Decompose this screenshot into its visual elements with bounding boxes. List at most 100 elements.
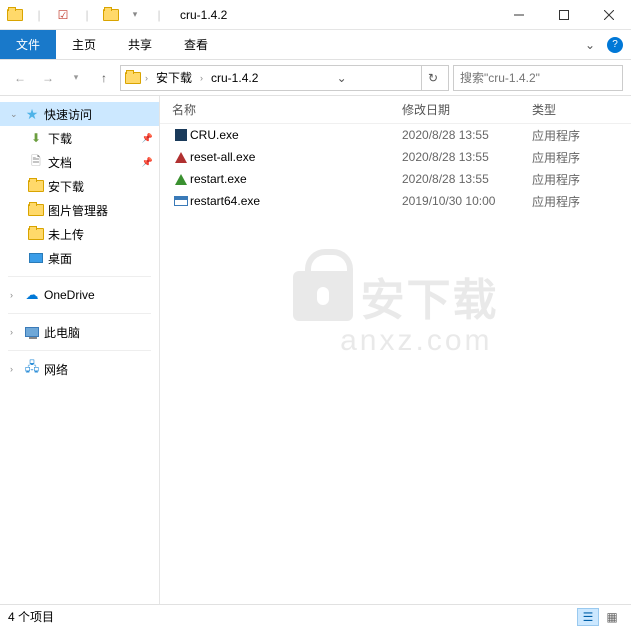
- sidebar-item-downloads[interactable]: ⬇ 下载 📌: [0, 126, 159, 150]
- file-row[interactable]: CRU.exe 2020/8/28 13:55 应用程序: [160, 124, 631, 146]
- refresh-button[interactable]: ↻: [421, 66, 444, 90]
- sidebar-label: OneDrive: [44, 288, 95, 302]
- ribbon-expand-icon[interactable]: ⌄: [581, 38, 599, 52]
- file-date: 2020/8/28 13:55: [402, 150, 532, 164]
- divider: [8, 276, 151, 277]
- file-date: 2020/8/28 13:55: [402, 172, 532, 186]
- chevron-right-icon[interactable]: ›: [10, 290, 20, 300]
- sidebar-label: 图片管理器: [48, 202, 108, 219]
- sidebar-label: 快速访问: [44, 106, 92, 123]
- column-date[interactable]: 修改日期: [402, 101, 532, 118]
- chevron-right-icon[interactable]: ›: [10, 327, 20, 337]
- file-tab[interactable]: 文件: [0, 30, 56, 59]
- close-button[interactable]: [586, 0, 631, 30]
- chevron-down-icon[interactable]: ⌄: [10, 109, 20, 120]
- file-date: 2020/8/28 13:55: [402, 128, 532, 142]
- file-name: CRU.exe: [190, 128, 402, 142]
- file-row[interactable]: restart64.exe 2019/10/30 10:00 应用程序: [160, 190, 631, 212]
- file-date: 2019/10/30 10:00: [402, 194, 532, 208]
- download-icon: ⬇: [28, 131, 44, 145]
- recent-dropdown[interactable]: ▾: [64, 66, 88, 90]
- sidebar-item-quick-access[interactable]: ⌄ ★ 快速访问: [0, 102, 159, 126]
- details-view-button[interactable]: ☰: [577, 608, 599, 626]
- tab-view[interactable]: 查看: [168, 30, 224, 59]
- maximize-button[interactable]: [541, 0, 586, 30]
- sidebar-label: 未上传: [48, 226, 84, 243]
- back-button[interactable]: ←: [8, 66, 32, 90]
- star-icon: ★: [24, 107, 40, 121]
- file-icon: [172, 174, 190, 185]
- sidebar-item-folder[interactable]: 安下载: [0, 174, 159, 198]
- file-icon: [172, 196, 190, 206]
- file-row[interactable]: restart.exe 2020/8/28 13:55 应用程序: [160, 168, 631, 190]
- sidebar-item-folder[interactable]: 未上传: [0, 222, 159, 246]
- chevron-right-icon[interactable]: ›: [198, 73, 205, 83]
- pin-icon: 📌: [142, 157, 153, 168]
- chevron-right-icon[interactable]: ›: [10, 364, 20, 374]
- address-bar-row: ← → ▾ ↑ › 安下载 › cru-1.4.2 ⌄ ↻: [0, 60, 631, 96]
- network-icon: 🖧: [24, 362, 40, 376]
- sidebar-label: 文档: [48, 154, 72, 171]
- watermark: 安下载 anxz.com: [293, 264, 499, 358]
- chevron-right-icon[interactable]: ›: [143, 73, 150, 83]
- window-title: cru-1.4.2: [180, 8, 496, 22]
- sidebar-item-folder[interactable]: 图片管理器: [0, 198, 159, 222]
- lock-icon: [293, 271, 353, 321]
- qat-dropdown[interactable]: ▾: [124, 4, 146, 26]
- search-input[interactable]: [460, 71, 616, 85]
- file-name: restart.exe: [190, 172, 402, 186]
- tab-share[interactable]: 共享: [112, 30, 168, 59]
- view-switcher: ☰ ▦: [577, 608, 623, 626]
- file-name: restart64.exe: [190, 194, 402, 208]
- titlebar: | ☑ | ▾ | cru-1.4.2: [0, 0, 631, 30]
- icons-view-button[interactable]: ▦: [601, 608, 623, 626]
- column-headers: 名称 修改日期 类型: [160, 96, 631, 124]
- sidebar-item-onedrive[interactable]: › ☁ OneDrive: [0, 283, 159, 307]
- sidebar-item-this-pc[interactable]: › 此电脑: [0, 320, 159, 344]
- column-name[interactable]: 名称: [172, 101, 402, 118]
- folder-icon: [28, 179, 44, 193]
- desktop-icon: [28, 251, 44, 265]
- breadcrumb-item[interactable]: cru-1.4.2: [207, 71, 262, 85]
- file-type: 应用程序: [532, 127, 631, 144]
- sidebar-item-documents[interactable]: 🗎 文档 📌: [0, 150, 159, 174]
- sidebar-label: 安下载: [48, 178, 84, 195]
- window-controls: [496, 0, 631, 30]
- file-icon: [172, 129, 190, 141]
- cloud-icon: ☁: [24, 288, 40, 302]
- tab-home[interactable]: 主页: [56, 30, 112, 59]
- sidebar-label: 下载: [48, 130, 72, 147]
- body: ⌄ ★ 快速访问 ⬇ 下载 📌 🗎 文档 📌 安下载 图片管理器 未上传: [0, 96, 631, 604]
- breadcrumb[interactable]: › 安下载 › cru-1.4.2 ⌄ ↻: [120, 65, 449, 91]
- file-row[interactable]: reset-all.exe 2020/8/28 13:55 应用程序: [160, 146, 631, 168]
- up-button[interactable]: ↑: [92, 66, 116, 90]
- folder-icon[interactable]: [4, 4, 26, 26]
- properties-icon[interactable]: ☑: [52, 4, 74, 26]
- sidebar-label: 此电脑: [44, 324, 80, 341]
- breadcrumb-item[interactable]: 安下载: [152, 69, 196, 86]
- minimize-button[interactable]: [496, 0, 541, 30]
- forward-button[interactable]: →: [36, 66, 60, 90]
- ribbon: 文件 主页 共享 查看 ⌄ ?: [0, 30, 631, 60]
- sidebar-item-desktop[interactable]: 桌面: [0, 246, 159, 270]
- breadcrumb-dropdown[interactable]: ⌄: [333, 71, 351, 85]
- file-type: 应用程序: [532, 193, 631, 210]
- sidebar-label: 网络: [44, 361, 68, 378]
- file-icon: [172, 152, 190, 163]
- file-type: 应用程序: [532, 171, 631, 188]
- folder-icon: [125, 71, 141, 85]
- file-list[interactable]: CRU.exe 2020/8/28 13:55 应用程序 reset-all.e…: [160, 124, 631, 604]
- content-pane[interactable]: 名称 修改日期 类型 CRU.exe 2020/8/28 13:55 应用程序 …: [160, 96, 631, 604]
- quick-access-toolbar: | ☑ | ▾ |: [0, 4, 174, 26]
- watermark-text: 安下载: [361, 264, 499, 328]
- monitor-icon: [24, 325, 40, 339]
- status-bar: 4 个项目 ☰ ▦: [0, 604, 631, 628]
- help-icon[interactable]: ?: [607, 37, 623, 53]
- watermark-sub: anxz.com: [340, 324, 492, 358]
- folder-icon-2[interactable]: [100, 4, 122, 26]
- search-box[interactable]: [453, 65, 623, 91]
- sidebar-item-network[interactable]: › 🖧 网络: [0, 357, 159, 381]
- folder-icon: [28, 203, 44, 217]
- column-type[interactable]: 类型: [532, 101, 631, 118]
- navigation-pane[interactable]: ⌄ ★ 快速访问 ⬇ 下载 📌 🗎 文档 📌 安下载 图片管理器 未上传: [0, 96, 160, 604]
